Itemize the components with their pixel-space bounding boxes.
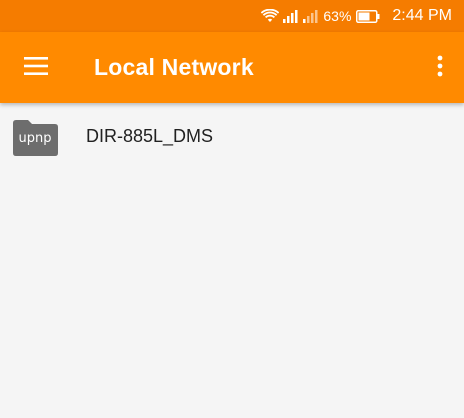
signal-weak-icon [303, 9, 319, 23]
folder-type-label: upnp [18, 131, 52, 146]
hamburger-menu-icon [24, 56, 48, 80]
menu-button[interactable] [14, 46, 58, 90]
app-toolbar: Local Network [0, 32, 464, 103]
battery-percent: 63% [323, 8, 352, 24]
status-bar: 63% 2:44 PM [0, 0, 464, 32]
wifi-icon [261, 9, 280, 23]
clock: 2:44 PM [392, 7, 452, 24]
overflow-menu-button[interactable] [428, 46, 452, 90]
page-title: Local Network [94, 54, 254, 80]
list-item[interactable]: upnp DIR-885L_DMS [0, 103, 464, 171]
device-name: DIR-885L_DMS [86, 126, 214, 146]
folder-icon: upnp [11, 119, 59, 157]
network-list: upnp DIR-885L_DMS [0, 103, 464, 171]
signal-icon [283, 9, 299, 23]
more-vert-icon [437, 55, 443, 82]
battery-icon [356, 9, 380, 23]
